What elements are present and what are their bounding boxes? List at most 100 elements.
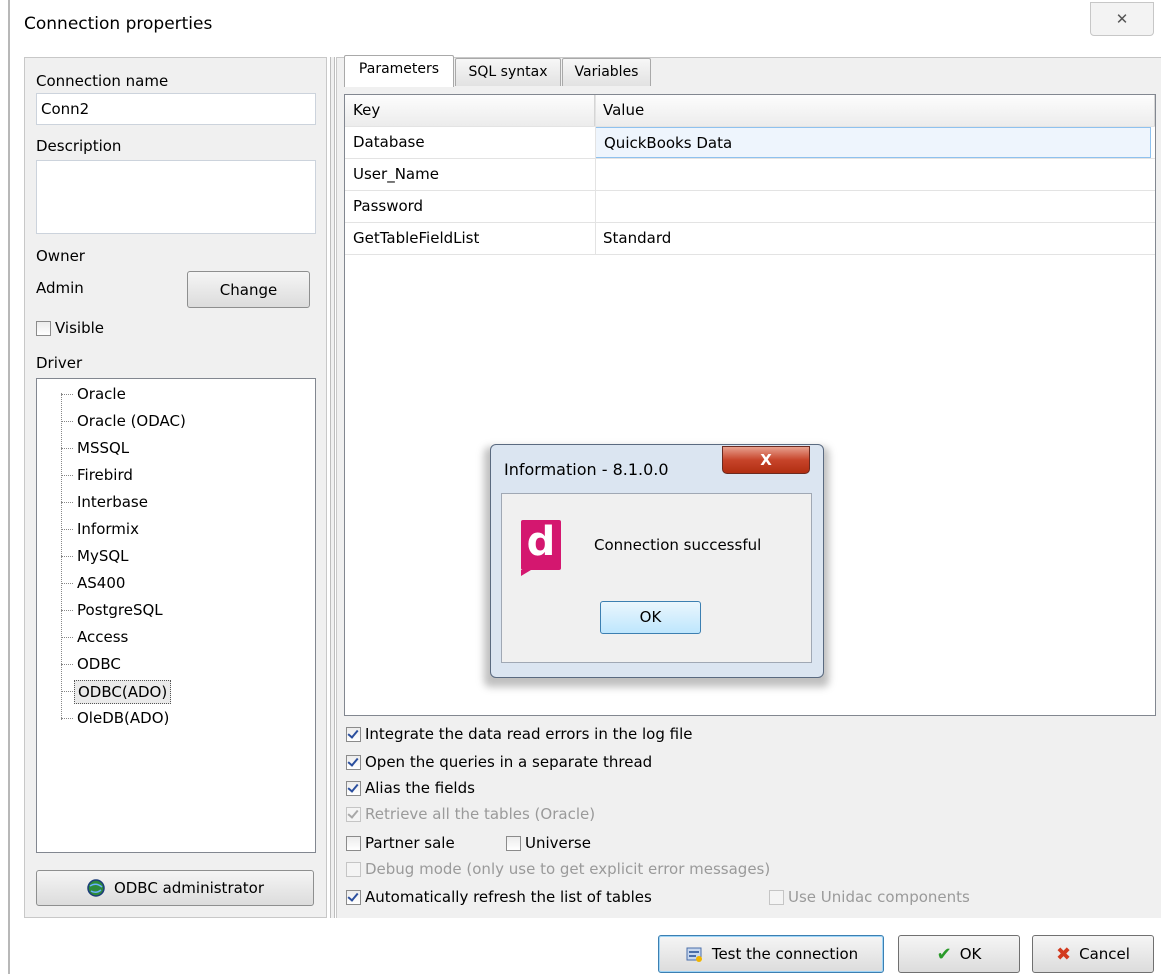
option-label: Use Unidac components xyxy=(788,888,970,906)
grid-key: GetTableFieldList xyxy=(353,229,480,247)
change-owner-button[interactable]: Change xyxy=(187,271,310,308)
dialog-close-button[interactable]: X xyxy=(722,446,810,474)
option-label: Partner sale xyxy=(365,834,455,852)
tree-item-label: Oracle (ODAC) xyxy=(77,412,186,430)
dialog-title: Information - 8.1.0.0 xyxy=(504,460,669,479)
tree-branch xyxy=(61,718,73,719)
tree-item-label: Informix xyxy=(77,520,139,538)
tab-variables[interactable]: Variables xyxy=(562,58,651,86)
owner-value: Admin xyxy=(36,279,84,297)
tree-item-label: MSSQL xyxy=(77,439,130,457)
grid-value[interactable] xyxy=(595,159,1151,190)
table-row[interactable]: Database QuickBooks Data xyxy=(345,127,1155,159)
table-row[interactable]: Password xyxy=(345,191,1155,223)
dialog-message: Connection successful xyxy=(594,536,762,554)
tree-branch xyxy=(61,475,73,476)
cancel-x-icon: ✖ xyxy=(1056,943,1072,965)
tab-sql-syntax[interactable]: SQL syntax xyxy=(455,58,561,86)
tree-item-label: ODBC xyxy=(77,655,121,673)
retrieve-tables-checkbox xyxy=(346,806,361,822)
option-label: Integrate the data read errors in the lo… xyxy=(365,725,693,743)
alias-fields-option[interactable]: Alias the fields xyxy=(346,777,475,799)
tree-item-label: Access xyxy=(77,628,129,646)
app-logo-icon: d xyxy=(521,519,561,576)
description-label: Description xyxy=(36,137,122,155)
test-connection-button[interactable]: Test the connection xyxy=(658,935,884,973)
ok-button[interactable]: ✔ OK xyxy=(898,935,1020,973)
visible-label: Visible xyxy=(55,319,104,337)
tab-label: SQL syntax xyxy=(468,64,548,80)
alias-fields-checkbox[interactable] xyxy=(346,780,361,796)
grid-key: User_Name xyxy=(353,165,439,183)
grid-column-divider xyxy=(595,95,596,255)
driver-tree[interactable]: Oracle Oracle (ODAC) MSSQL Firebird Inte… xyxy=(36,378,316,853)
panel-splitter[interactable] xyxy=(330,57,335,918)
separate-thread-option[interactable]: Open the queries in a separate thread xyxy=(346,751,652,773)
tree-branch xyxy=(61,502,73,503)
driver-label: Driver xyxy=(36,354,83,372)
grid-key: Database xyxy=(353,133,425,151)
auto-refresh-checkbox[interactable] xyxy=(346,889,361,905)
app-logo-letter: d xyxy=(526,519,556,565)
tab-label: Parameters xyxy=(358,61,440,77)
tree-item-label: PostgreSQL xyxy=(77,601,163,619)
test-connection-label: Test the connection xyxy=(711,945,859,963)
odbc-administrator-label: ODBC administrator xyxy=(113,879,265,897)
window-left-edge xyxy=(8,0,10,974)
tree-item-label: OleDB(ADO) xyxy=(77,709,170,727)
visible-checkbox[interactable] xyxy=(36,320,51,336)
option-label: Universe xyxy=(525,834,591,852)
grid-key: Password xyxy=(353,197,424,215)
separate-thread-checkbox[interactable] xyxy=(346,754,361,770)
tree-branch xyxy=(61,448,73,449)
tree-branch xyxy=(61,610,73,611)
debug-mode-option: Debug mode (only use to get explicit err… xyxy=(346,858,770,880)
tree-item-label: ODBC(ADO) xyxy=(74,680,172,704)
tree-item-label: AS400 xyxy=(77,574,126,592)
odbc-administrator-button[interactable]: ODBC administrator xyxy=(36,870,314,906)
tree-branch xyxy=(61,394,73,395)
ok-label: OK xyxy=(959,945,982,963)
option-label: Open the queries in a separate thread xyxy=(365,753,653,771)
table-row[interactable]: GetTableFieldList Standard xyxy=(345,223,1155,255)
description-input[interactable] xyxy=(36,160,316,234)
tab-label: Variables xyxy=(574,64,639,80)
connection-name-label: Connection name xyxy=(36,72,169,90)
table-row[interactable]: User_Name xyxy=(345,159,1155,191)
grid-value[interactable]: Standard xyxy=(595,223,1151,254)
window-title: Connection properties xyxy=(24,14,213,34)
option-label: Alias the fields xyxy=(365,779,475,797)
grid-value[interactable] xyxy=(595,191,1151,222)
option-label: Retrieve all the tables (Oracle) xyxy=(365,805,596,823)
tree-branch xyxy=(61,637,73,638)
tree-item-label: MySQL xyxy=(77,547,129,565)
universe-option[interactable]: Universe xyxy=(506,832,591,854)
tree-branch xyxy=(61,529,73,530)
universe-checkbox[interactable] xyxy=(506,835,521,851)
partner-sale-option[interactable]: Partner sale xyxy=(346,832,455,854)
tree-item-label: Oracle xyxy=(77,385,126,403)
connection-name-input[interactable]: Conn2 xyxy=(36,93,316,125)
tab-parameters[interactable]: Parameters xyxy=(344,55,454,87)
dialog-ok-label: OK xyxy=(639,608,662,626)
grid-header-row: Key Value xyxy=(345,95,1155,127)
window-close-button[interactable]: ✕ xyxy=(1090,2,1154,36)
integrate-errors-option[interactable]: Integrate the data read errors in the lo… xyxy=(346,723,693,745)
partner-sale-checkbox[interactable] xyxy=(346,835,361,851)
use-unidac-option: Use Unidac components xyxy=(769,886,970,908)
integrate-errors-checkbox[interactable] xyxy=(346,726,361,742)
dialog-ok-button[interactable]: OK xyxy=(600,601,701,634)
test-connection-icon xyxy=(686,947,702,962)
option-label: Debug mode (only use to get explicit err… xyxy=(365,860,771,878)
tree-branch xyxy=(61,664,73,665)
visible-option[interactable]: Visible xyxy=(36,319,104,337)
grid-header-value: Value xyxy=(595,95,1155,126)
auto-refresh-option[interactable]: Automatically refresh the list of tables xyxy=(346,886,652,908)
owner-label: Owner xyxy=(36,247,85,265)
grid-value-input[interactable]: QuickBooks Data xyxy=(595,127,1151,158)
tree-item-label: Firebird xyxy=(77,466,133,484)
close-icon: X xyxy=(760,451,772,469)
cancel-button[interactable]: ✖ Cancel xyxy=(1032,935,1154,973)
tree-branch xyxy=(61,421,73,422)
use-unidac-checkbox xyxy=(769,889,784,905)
